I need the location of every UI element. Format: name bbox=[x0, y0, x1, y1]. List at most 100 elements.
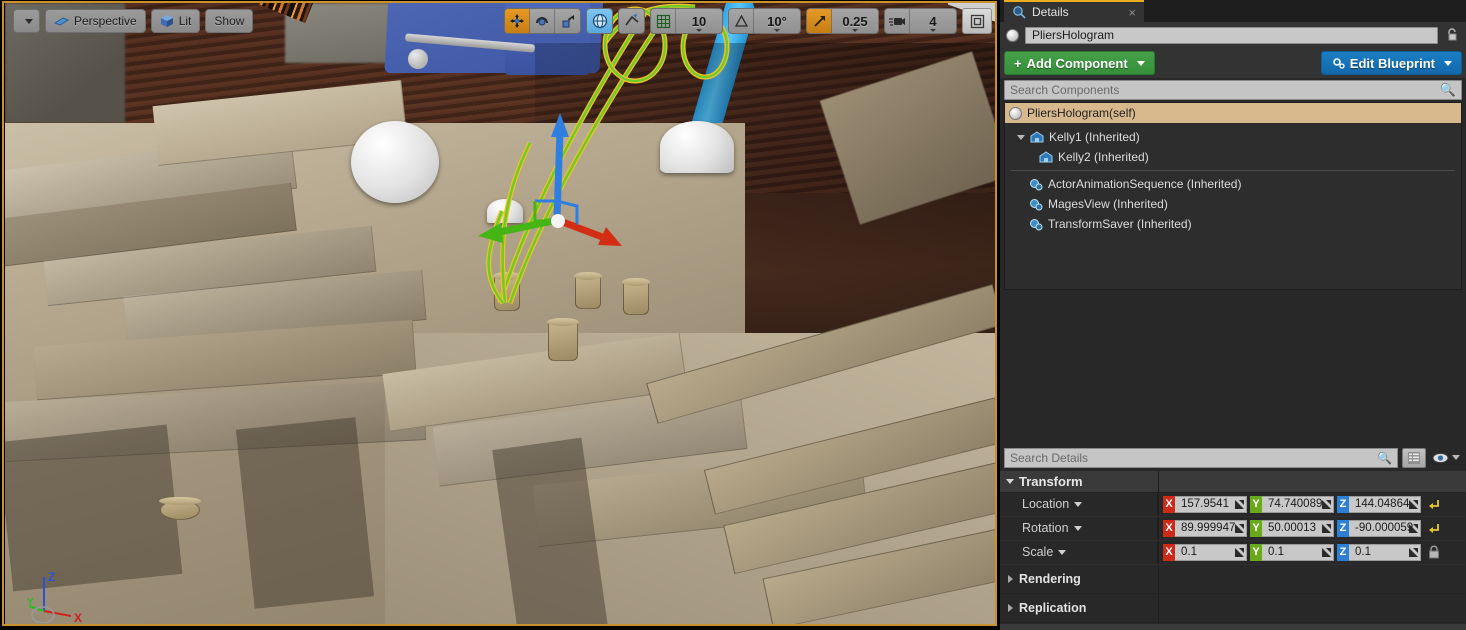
scale-mode-button[interactable] bbox=[555, 9, 580, 33]
rotate-mode-button[interactable] bbox=[530, 9, 555, 33]
location-label-cell[interactable]: Location bbox=[1000, 492, 1158, 516]
camera-speed-toggle[interactable] bbox=[885, 9, 910, 33]
scale-lock[interactable] bbox=[1427, 545, 1441, 560]
world-globe-icon bbox=[592, 13, 607, 29]
details-bottom-strip bbox=[1000, 624, 1466, 630]
spinner-icon bbox=[1409, 547, 1418, 557]
grid-snap-toggle[interactable] bbox=[651, 9, 676, 33]
location-x-value[interactable]: 157.9541 bbox=[1175, 495, 1247, 513]
camera-speed-value[interactable]: 4 bbox=[910, 9, 956, 33]
rotation-x-value[interactable]: 89.999947 bbox=[1175, 519, 1247, 537]
viewport-options-dropdown[interactable] bbox=[13, 9, 40, 33]
category-collision[interactable]: Collision bbox=[1000, 623, 1466, 625]
axis-y-tag: Y bbox=[1250, 519, 1262, 537]
rotation-reset[interactable] bbox=[1427, 521, 1441, 535]
rotation-z-value[interactable]: -90.000059 bbox=[1349, 519, 1421, 537]
component-icon bbox=[1030, 198, 1043, 210]
location-z-value[interactable]: 144.04864 bbox=[1349, 495, 1421, 513]
viewport-3d-scene[interactable]: Perspective Lit Show 10 10° 0.25 4 Z X Y bbox=[5, 3, 996, 624]
component-row-actoranimationsequence[interactable]: ActorAnimationSequence (Inherited) bbox=[1005, 174, 1461, 194]
camera-perspective-button[interactable]: Perspective bbox=[45, 9, 146, 33]
component-row-kelly2[interactable]: Kelly2 (Inherited) bbox=[1005, 147, 1461, 167]
angle-snap-toggle[interactable] bbox=[729, 9, 754, 33]
rotation-y-value[interactable]: 50.00013 bbox=[1262, 519, 1334, 537]
level-viewport-panel: Perspective Lit Show 10 10° 0.25 4 Z X Y bbox=[0, 0, 1000, 630]
location-y[interactable]: Y 74.740089 bbox=[1250, 495, 1334, 513]
reset-arrow-icon bbox=[1429, 524, 1439, 533]
view-options-button[interactable] bbox=[1402, 447, 1426, 468]
rotation-y[interactable]: Y 50.00013 bbox=[1250, 519, 1334, 537]
details-magnifier-icon bbox=[1013, 6, 1026, 19]
component-row-transformsaver[interactable]: TransformSaver (Inherited) bbox=[1005, 214, 1461, 234]
scale-x-value[interactable]: 0.1 bbox=[1175, 543, 1247, 561]
axis-x-label: X bbox=[74, 611, 82, 623]
scale-snap-value-label: 0.25 bbox=[842, 13, 868, 29]
component-row-magesview[interactable]: MagesView (Inherited) bbox=[1005, 194, 1461, 214]
expander-closed-icon bbox=[1008, 603, 1013, 612]
component-row-self[interactable]: PliersHologram(self) bbox=[1005, 103, 1461, 123]
spinner-icon bbox=[1322, 547, 1331, 557]
surface-snap-button[interactable] bbox=[619, 9, 644, 33]
properties-area: Transform Location X 157.9541 Y 74.74008… bbox=[1000, 470, 1466, 625]
scale-x[interactable]: X 0.1 bbox=[1163, 543, 1247, 561]
rotation-row: Rotation X 89.999947 Y 50.00013 Z -90.00… bbox=[1000, 516, 1466, 541]
unlocked-padlock-icon[interactable] bbox=[1444, 27, 1460, 43]
rotation-fields: X 89.999947 Y 50.00013 Z -90.000059 bbox=[1158, 519, 1421, 537]
component-row-kelly1[interactable]: Kelly1 (Inherited) bbox=[1005, 127, 1461, 147]
component-label: Kelly2 (Inherited) bbox=[1058, 150, 1149, 164]
expander-open-icon[interactable] bbox=[1017, 134, 1025, 140]
viewport-toolbar-right: 10 10° 0.25 4 bbox=[504, 3, 996, 39]
world-space-button[interactable] bbox=[587, 9, 612, 33]
rotation-label-cell[interactable]: Rotation bbox=[1000, 516, 1158, 540]
search-details-input[interactable]: Search Details 🔍 bbox=[1004, 447, 1398, 468]
spinner-icon bbox=[1409, 523, 1418, 533]
scale-y-value[interactable]: 0.1 bbox=[1262, 543, 1334, 561]
location-reset[interactable] bbox=[1427, 497, 1441, 511]
spinner-icon bbox=[1322, 499, 1331, 509]
tab-details[interactable]: Details × bbox=[1004, 0, 1144, 22]
add-component-button[interactable]: + Add Component bbox=[1004, 51, 1155, 75]
scale-y[interactable]: Y 0.1 bbox=[1250, 543, 1334, 561]
transform-gizmo[interactable] bbox=[445, 103, 805, 333]
scale-z-value[interactable]: 0.1 bbox=[1349, 543, 1421, 561]
close-icon[interactable]: × bbox=[1128, 5, 1136, 20]
grid-snap-value[interactable]: 10 bbox=[676, 9, 722, 33]
rotation-z[interactable]: Z -90.000059 bbox=[1337, 519, 1421, 537]
maximize-viewport-button[interactable] bbox=[962, 8, 992, 34]
scale-snap-value[interactable]: 0.25 bbox=[832, 9, 878, 33]
show-flags-button[interactable]: Show bbox=[205, 9, 254, 33]
category-rendering[interactable]: Rendering bbox=[1000, 565, 1466, 594]
location-z[interactable]: Z 144.04864 bbox=[1337, 495, 1421, 513]
location-y-value[interactable]: 74.740089 bbox=[1262, 495, 1334, 513]
axis-z-tag: Z bbox=[1337, 519, 1349, 537]
location-x[interactable]: X 157.9541 bbox=[1163, 495, 1247, 513]
tree-divider bbox=[1011, 170, 1455, 171]
spinner-icon bbox=[1322, 523, 1331, 533]
add-component-label: Add Component bbox=[1026, 55, 1128, 71]
location-label: Location bbox=[1022, 497, 1070, 511]
surface-snap-icon bbox=[624, 14, 639, 26]
chevron-down-icon bbox=[1452, 455, 1460, 460]
scale-label-cell[interactable]: Scale bbox=[1000, 540, 1158, 564]
details-action-buttons: + Add Component Edit Blueprint bbox=[1000, 48, 1466, 78]
translate-mode-button[interactable] bbox=[505, 9, 530, 33]
angle-snap-group: 10° bbox=[728, 8, 801, 34]
grid-view-icon bbox=[1408, 451, 1420, 464]
axis-z-tag: Z bbox=[1337, 495, 1349, 513]
details-search-row: Search Details 🔍 bbox=[1000, 443, 1466, 471]
rotation-label: Rotation bbox=[1022, 521, 1069, 535]
actor-name-input[interactable]: PliersHologram bbox=[1025, 26, 1438, 44]
transform-category-header[interactable]: Transform bbox=[1000, 470, 1466, 493]
rotation-x[interactable]: X 89.999947 bbox=[1163, 519, 1247, 537]
angle-snap-value[interactable]: 10° bbox=[754, 9, 800, 33]
edit-blueprint-button[interactable]: Edit Blueprint bbox=[1320, 51, 1462, 75]
view-mode-lit-button[interactable]: Lit bbox=[150, 9, 201, 33]
caret-down-icon bbox=[1444, 60, 1452, 66]
grid-snap-group: 10 bbox=[650, 8, 723, 34]
scale-snap-toggle[interactable] bbox=[807, 9, 832, 33]
component-label: PliersHologram(self) bbox=[1027, 106, 1136, 120]
visibility-options-button[interactable] bbox=[1430, 452, 1462, 464]
category-replication[interactable]: Replication bbox=[1000, 594, 1466, 623]
search-components-input[interactable]: Search Components 🔍 bbox=[1004, 80, 1462, 100]
scale-z[interactable]: Z 0.1 bbox=[1337, 543, 1421, 561]
